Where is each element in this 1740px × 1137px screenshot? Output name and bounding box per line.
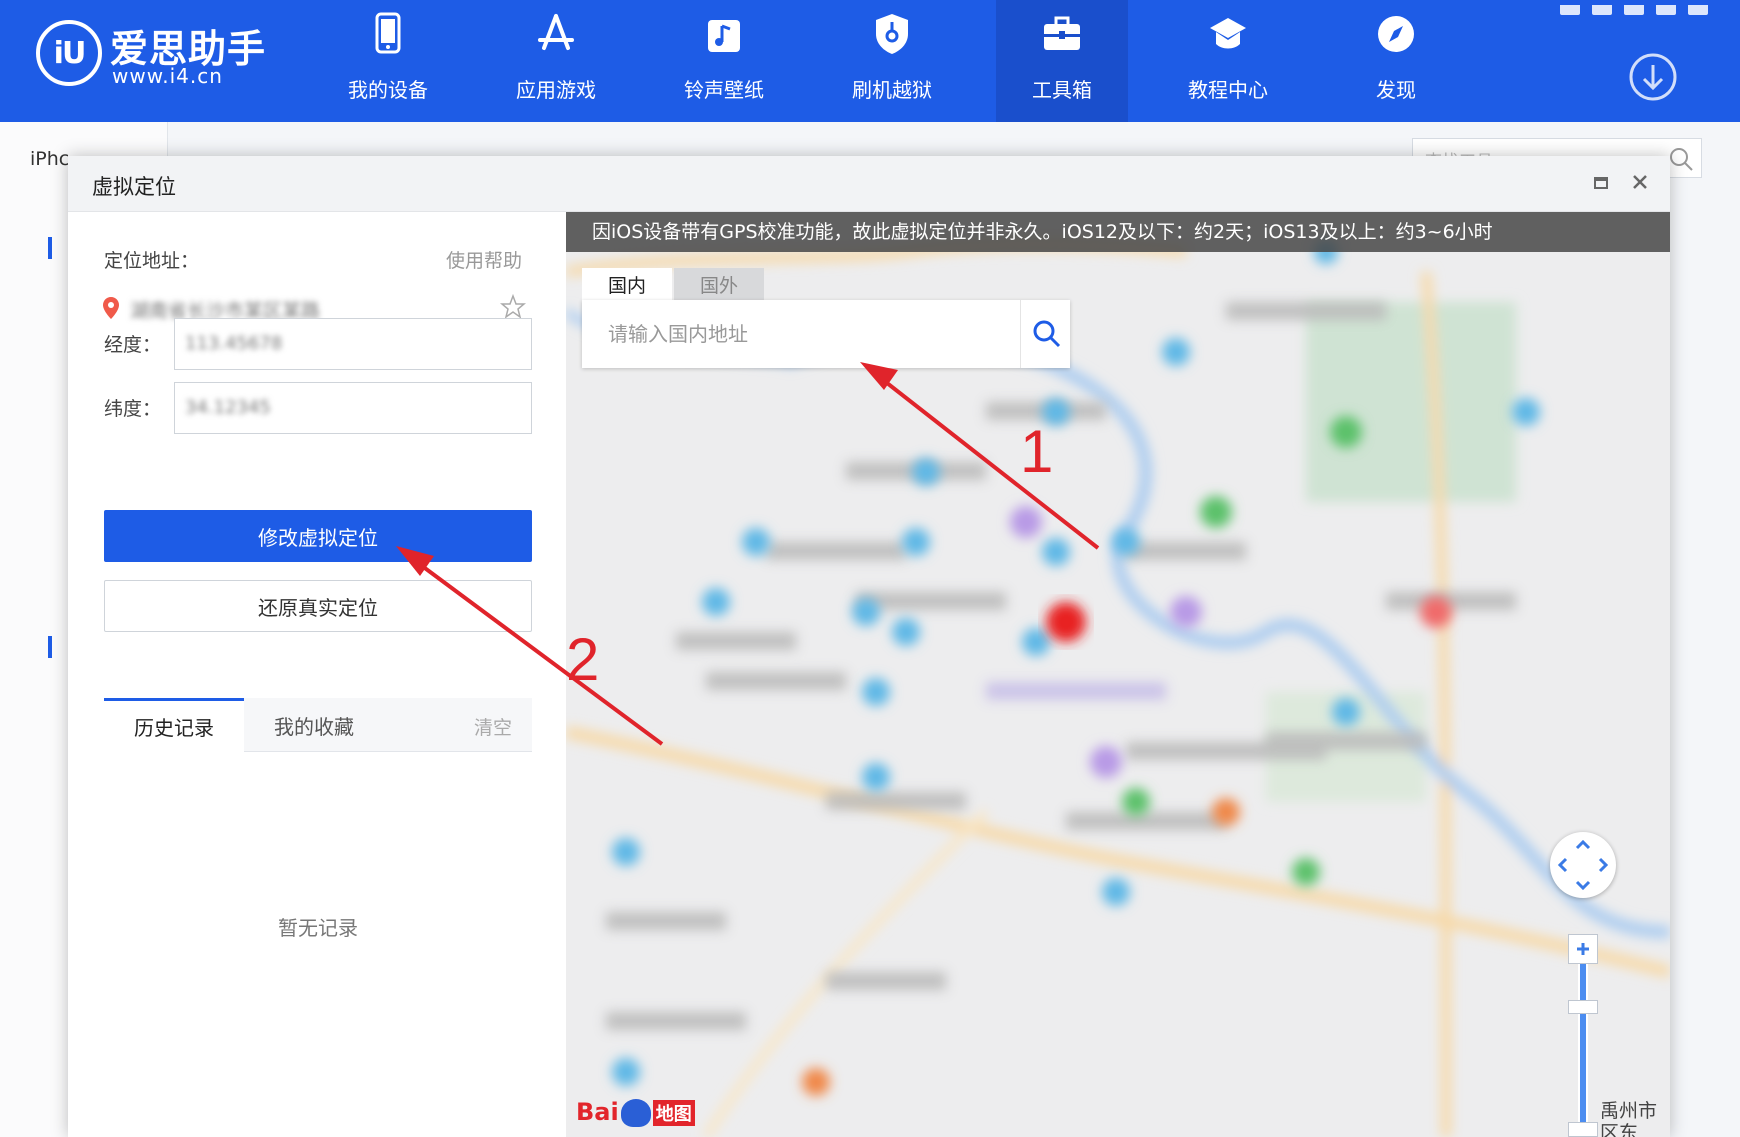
address-search-button[interactable] xyxy=(1020,300,1070,368)
virtual-location-dialog: 虚拟定位 定位地址： 使用帮助 湖南省长沙市某区某路 经度： 113.45678… xyxy=(68,156,1670,1137)
nav-label: 发现 xyxy=(1376,78,1416,102)
clear-button[interactable]: 清空 xyxy=(474,713,512,740)
baidu-map-logo: Bai 地图 xyxy=(576,1098,695,1127)
nav-flash-jailbreak[interactable]: 刷机越狱 xyxy=(826,0,958,122)
city-label-line1: 禹州市 xyxy=(1600,1100,1658,1122)
modify-virtual-location-button[interactable]: 修改虚拟定位 xyxy=(104,510,532,562)
section-marker xyxy=(48,237,52,259)
tab-foreign[interactable]: 国外 xyxy=(674,268,764,300)
nav-label: 应用游戏 xyxy=(516,78,596,102)
city-label-line2: 区东 xyxy=(1600,1122,1639,1137)
nav-label: 铃声壁纸 xyxy=(684,78,764,102)
nav-ringtones-wallpapers[interactable]: 铃声壁纸 xyxy=(658,0,790,122)
history-tabs: 历史记录 我的收藏 清空 xyxy=(104,698,532,752)
shield-key-icon xyxy=(876,14,908,54)
address-search-input[interactable] xyxy=(582,300,1022,368)
download-icon[interactable] xyxy=(1628,52,1678,102)
tab-history[interactable]: 历史记录 xyxy=(104,698,244,752)
zoom-slider-track[interactable] xyxy=(1578,964,1588,1124)
favorite-star-icon[interactable] xyxy=(500,294,526,320)
graduation-cap-icon xyxy=(1210,18,1246,49)
zoom-in-button[interactable] xyxy=(1568,934,1598,964)
zoom-out-button[interactable] xyxy=(1568,1122,1598,1137)
toolbox-icon xyxy=(1044,16,1080,50)
nav-label: 工具箱 xyxy=(1032,78,1092,102)
search-icon xyxy=(1033,320,1061,348)
phone-icon xyxy=(375,12,401,54)
longitude-label: 经度： xyxy=(104,334,162,356)
help-link[interactable]: 使用帮助 xyxy=(446,246,522,273)
latitude-label: 纬度： xyxy=(104,398,162,420)
map-search-panel: 国内 国外 xyxy=(582,268,1070,374)
address-search-box xyxy=(582,300,1070,368)
nav-tutorial-center[interactable]: 教程中心 xyxy=(1162,0,1294,122)
app-store-icon xyxy=(538,14,574,50)
baidu-logo-text: Bai xyxy=(576,1098,619,1126)
address-label: 定位地址： xyxy=(104,250,200,272)
location-pin-icon xyxy=(103,297,119,319)
pan-arrows-icon xyxy=(1557,839,1609,891)
map-pan-control[interactable] xyxy=(1550,832,1616,898)
nav-my-device[interactable]: 我的设备 xyxy=(322,0,454,122)
longitude-input[interactable]: 113.45678 xyxy=(174,318,532,370)
top-navigation-bar: iU 爱思助手 www.i4.cn 我的设备 应用游戏 铃声壁纸 刷机越狱 工具… xyxy=(0,0,1740,122)
nav-discover[interactable]: 发现 xyxy=(1330,0,1462,122)
longitude-value: 113.45678 xyxy=(185,333,283,354)
nav-toolbox[interactable]: 工具箱 xyxy=(996,0,1128,122)
empty-history-text: 暂无记录 xyxy=(278,916,358,940)
nav-label: 教程中心 xyxy=(1188,78,1268,102)
region-tabs: 国内 国外 xyxy=(582,268,782,300)
logo-mark: iU xyxy=(36,20,102,86)
app-logo: iU 爱思助手 www.i4.cn xyxy=(36,18,276,98)
section-marker xyxy=(48,636,52,658)
dialog-title: 虚拟定位 xyxy=(92,175,176,199)
tab-domestic[interactable]: 国内 xyxy=(582,268,672,300)
latitude-input[interactable]: 34.12345 xyxy=(174,382,532,434)
nav-label: 刷机越狱 xyxy=(852,78,932,102)
device-name: iPhc xyxy=(30,148,70,170)
baidu-paw-icon xyxy=(620,1099,651,1127)
nav-apps-games[interactable]: 应用游戏 xyxy=(490,0,622,122)
baidu-logo-map-text: 地图 xyxy=(652,1100,695,1126)
window-controls[interactable] xyxy=(1560,0,1740,15)
compass-icon xyxy=(1378,16,1414,52)
nav-label: 我的设备 xyxy=(348,78,428,102)
logo-url: www.i4.cn xyxy=(112,64,223,88)
close-icon[interactable] xyxy=(1630,172,1650,192)
maximize-icon[interactable] xyxy=(1592,174,1610,192)
latitude-value: 34.12345 xyxy=(185,397,271,418)
dialog-titlebar: 虚拟定位 xyxy=(68,156,1670,212)
tab-favorites[interactable]: 我的收藏 xyxy=(244,698,384,752)
zoom-slider-handle[interactable] xyxy=(1568,1000,1598,1014)
map-view[interactable]: 因iOS设备带有GPS校准功能，故此虚拟定位并非永久。iOS12及以下：约2天；… xyxy=(566,212,1670,1137)
search-icon[interactable] xyxy=(1667,145,1695,173)
music-note-icon xyxy=(708,20,740,52)
restore-real-location-button[interactable]: 还原真实定位 xyxy=(104,580,532,632)
city-label: 禹州市 区东 xyxy=(1600,1100,1657,1137)
plus-icon xyxy=(1577,943,1589,955)
gps-calibration-notice: 因iOS设备带有GPS校准功能，故此虚拟定位并非永久。iOS12及以下：约2天；… xyxy=(566,212,1670,252)
